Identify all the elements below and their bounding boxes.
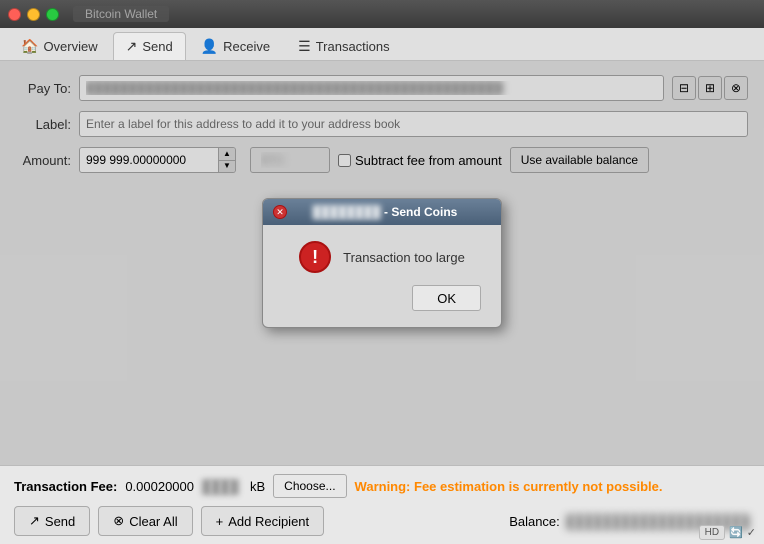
modal-message: Transaction too large (343, 250, 465, 265)
close-button[interactable] (8, 8, 21, 21)
send-icon: ↗ (126, 38, 138, 55)
maximize-button[interactable] (46, 8, 59, 21)
clear-all-label: Clear All (129, 514, 177, 529)
tab-overview[interactable]: 🏠 Overview (8, 32, 111, 60)
modal-close-button[interactable]: ✕ (273, 205, 287, 219)
modal-title-suffix: - Send Coins (384, 205, 457, 219)
tab-overview-label: Overview (43, 39, 97, 54)
modal-close-icon: ✕ (276, 207, 284, 218)
send-button-label: Send (45, 514, 75, 529)
transactions-icon: ☰ (298, 38, 311, 55)
fee-unit: kB (250, 479, 265, 494)
content-area: Pay To: ⊟ ⊞ ⊗ Label: Amount: ▲ ▼ (0, 61, 764, 465)
modal-titlebar: ✕ ████████ - Send Coins (263, 199, 501, 225)
tab-send[interactable]: ↗ Send (113, 32, 186, 60)
send-coins-dialog: ✕ ████████ - Send Coins ! Transaction to… (262, 198, 502, 328)
modal-title: ████████ - Send Coins (293, 205, 491, 219)
clear-all-icon: ⊗ (113, 513, 124, 529)
modal-ok-button[interactable]: OK (412, 285, 481, 311)
minimize-button[interactable] (27, 8, 40, 21)
fee-blurred: ████ (202, 479, 242, 494)
action-row: ↗ Send ⊗ Clear All + Add Recipient Balan… (14, 506, 750, 536)
choose-fee-button[interactable]: Choose... (273, 474, 346, 498)
tab-receive-label: Receive (223, 39, 270, 54)
tab-transactions-label: Transactions (316, 39, 390, 54)
tab-transactions[interactable]: ☰ Transactions (285, 32, 403, 60)
fee-label: Transaction Fee: (14, 479, 117, 494)
check-icon: ✓ (747, 526, 756, 539)
fee-row: Transaction Fee: 0.00020000 ████ kB Choo… (14, 474, 750, 498)
add-recipient-button[interactable]: + Add Recipient (201, 506, 325, 536)
error-icon: ! (299, 241, 331, 273)
hd-badge: HD (699, 525, 725, 540)
send-button[interactable]: ↗ Send (14, 506, 90, 536)
modal-title-blurred: ████████ (313, 205, 381, 219)
fee-value: 0.00020000 (125, 479, 194, 494)
sync-icon: 🔄 (729, 526, 743, 539)
modal-content-row: ! Transaction too large (299, 241, 465, 273)
receive-icon: 👤 (201, 38, 218, 55)
system-tray: HD 🔄 ✓ (699, 525, 756, 540)
window-title: Bitcoin Wallet (73, 6, 169, 22)
tab-receive[interactable]: 👤 Receive (188, 32, 283, 60)
add-recipient-icon: + (216, 514, 224, 529)
balance-label: Balance: (509, 514, 560, 529)
bottom-bar: Transaction Fee: 0.00020000 ████ kB Choo… (0, 465, 764, 544)
send-button-icon: ↗ (29, 513, 40, 529)
fee-warning: Warning: Fee estimation is currently not… (355, 479, 663, 494)
titlebar: Bitcoin Wallet (0, 0, 764, 28)
nav-tabs: 🏠 Overview ↗ Send 👤 Receive ☰ Transactio… (0, 28, 764, 61)
home-icon: 🏠 (21, 38, 38, 55)
modal-body: ! Transaction too large OK (263, 225, 501, 327)
clear-all-button[interactable]: ⊗ Clear All (98, 506, 192, 536)
modal-overlay: ✕ ████████ - Send Coins ! Transaction to… (0, 61, 764, 465)
add-recipient-label: Add Recipient (228, 514, 309, 529)
tab-send-label: Send (142, 39, 172, 54)
app-body: 🏠 Overview ↗ Send 👤 Receive ☰ Transactio… (0, 28, 764, 544)
